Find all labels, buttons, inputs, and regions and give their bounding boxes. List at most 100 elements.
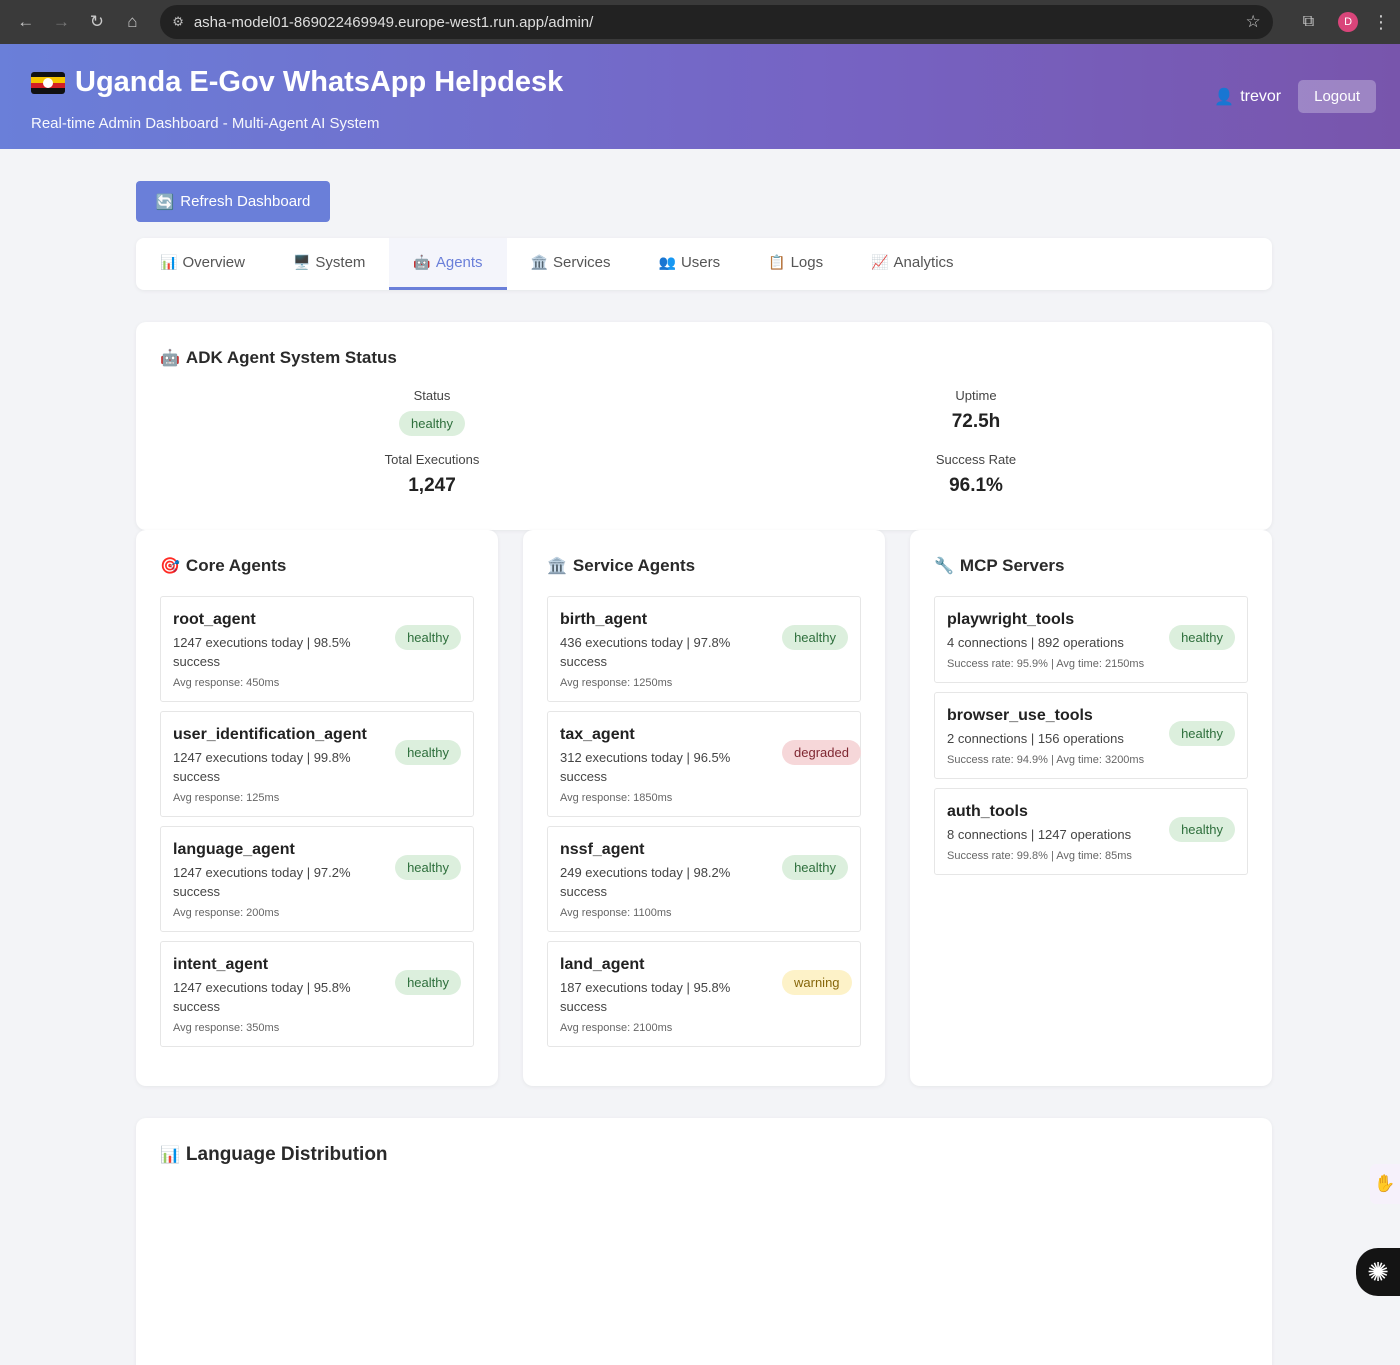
stat-label: Status (413, 388, 451, 403)
list-item[interactable]: land_agent 187 executions today | 95.8% … (547, 941, 861, 1047)
tab-agents[interactable]: 🤖 Agents (389, 238, 507, 290)
stat-value: 96.1% (949, 475, 1003, 496)
service-agents-card: 🏛️ Service Agents birth_agent 436 execut… (523, 530, 885, 1086)
forward-icon[interactable]: → (46, 6, 78, 38)
item-main: auth_tools 8 connections | 1247 operatio… (947, 803, 1169, 862)
ai-assistant-icon[interactable]: ✺ (1356, 1248, 1400, 1296)
item-main: tax_agent 312 executions today | 96.5% s… (560, 726, 782, 804)
server-stats: 2 connections | 156 operations (947, 731, 1124, 746)
refresh-label: Refresh Dashboard (180, 193, 311, 210)
status-badge: healthy (782, 855, 848, 880)
agent-response: Avg response: 1850ms (560, 792, 673, 804)
core-agents-title-text: Core Agents (185, 556, 287, 575)
agent-name: birth_agent (560, 611, 648, 628)
stat-value: 1,247 (408, 475, 456, 496)
feedback-widget-icon[interactable]: ✋ (1370, 1164, 1400, 1204)
list-item[interactable]: tax_agent 312 executions today | 96.5% s… (547, 711, 861, 817)
mcp-servers-card: 🔧 MCP Servers playwright_tools 4 connect… (910, 530, 1272, 1086)
tab-logs[interactable]: 📋 Logs (744, 238, 847, 290)
tab-bar: 📊 Overview 🖥️ System 🤖 Agents 🏛️ Services 👥 U… (136, 238, 1272, 290)
language-distribution-title: 📊 Language Distribution (160, 1144, 1248, 1166)
status-badge: healthy (782, 625, 848, 650)
list-item[interactable]: playwright_tools 4 connections | 892 ope… (934, 596, 1248, 683)
app-header: Uganda E-Gov WhatsApp Helpdesk Real-time… (0, 44, 1400, 149)
status-badge: warning (782, 970, 852, 995)
target-icon: 🎯 (160, 558, 180, 575)
list-item[interactable]: root_agent 1247 executions today | 98.5%… (160, 596, 474, 702)
reload-icon[interactable]: ↻ (81, 6, 113, 38)
stat-success-rate: Success Rate 96.1% (704, 452, 1248, 497)
username: trevor (1240, 87, 1282, 105)
server-name: browser_use_tools (947, 707, 1093, 724)
status-card-title-text: ADK Agent System Status (185, 348, 397, 367)
list-item[interactable]: user_identification_agent 1247 execution… (160, 711, 474, 817)
core-agents-card: 🎯 Core Agents root_agent 1247 executions… (136, 530, 498, 1086)
tab-analytics[interactable]: 📈 Analytics (847, 238, 977, 290)
server-name: playwright_tools (947, 611, 1075, 628)
list-item[interactable]: auth_tools 8 connections | 1247 operatio… (934, 788, 1248, 875)
tab-overview[interactable]: 📊 Overview (136, 238, 269, 290)
bookmark-star-icon[interactable]: ☆ (1245, 12, 1260, 32)
agent-response: Avg response: 350ms (173, 1022, 280, 1034)
item-main: root_agent 1247 executions today | 98.5%… (173, 611, 388, 689)
list-item[interactable]: browser_use_tools 2 connections | 156 op… (934, 692, 1248, 779)
agent-columns: 🎯 Core Agents root_agent 1247 executions… (136, 530, 1272, 1086)
home-icon[interactable]: ⌂ (117, 6, 149, 38)
extensions-icon[interactable]: ⧉ (1293, 6, 1325, 38)
status-card-title: 🤖 ADK Agent System Status (160, 348, 1248, 368)
item-main: user_identification_agent 1247 execution… (173, 726, 388, 804)
agent-name: land_agent (560, 956, 645, 973)
logout-button[interactable]: Logout (1298, 80, 1376, 113)
address-bar[interactable]: ⚙ asha-model01-869022469949.europe-west1… (160, 5, 1273, 39)
server-stats: 8 connections | 1247 operations (947, 827, 1132, 842)
profile-avatar[interactable]: D (1338, 12, 1358, 32)
item-main: birth_agent 436 executions today | 97.8%… (560, 611, 782, 689)
tab-system[interactable]: 🖥️ System (269, 238, 389, 290)
agent-response: Avg response: 1100ms (560, 907, 672, 919)
app-subtitle: Real-time Admin Dashboard - Multi-Agent … (31, 115, 380, 132)
chart-icon: 📊 (160, 254, 178, 270)
agent-response: Avg response: 125ms (173, 792, 280, 804)
agent-name: user_identification_agent (173, 726, 367, 743)
status-badge: healthy (1169, 817, 1235, 842)
site-info-icon[interactable]: ⚙ (172, 14, 184, 30)
user-icon: 👤 (1214, 88, 1235, 106)
tab-label: Overview (182, 254, 245, 271)
status-badge: healthy (395, 855, 461, 880)
stat-label: Uptime (955, 388, 997, 403)
clipboard-icon: 📋 (768, 254, 786, 270)
tab-label: Logs (790, 254, 824, 271)
agent-stats: 187 executions today | 95.8% success (560, 980, 731, 1014)
refresh-dashboard-button[interactable]: 🔄 Refresh Dashboard (136, 181, 330, 222)
agent-stats: 1247 executions today | 97.2% success (173, 865, 351, 899)
core-agents-title: 🎯 Core Agents (160, 556, 474, 576)
item-main: intent_agent 1247 executions today | 95.… (173, 956, 388, 1034)
list-item[interactable]: nssf_agent 249 executions today | 98.2% … (547, 826, 861, 932)
status-stats: Status healthy Uptime 72.5h Total Execut… (160, 388, 1248, 497)
tab-label: Analytics (893, 254, 954, 271)
main-content: 🔄 Refresh Dashboard 📊 Overview 🖥️ System 🤖… (136, 181, 1272, 1365)
language-distribution-card: 📊 Language Distribution (136, 1118, 1272, 1365)
agent-stats: 1247 executions today | 98.5% success (173, 635, 351, 669)
url-text[interactable]: asha-model01-869022469949.europe-west1.r… (194, 14, 1246, 31)
status-badge: healthy (1169, 721, 1235, 746)
tab-users[interactable]: 👥 Users (635, 238, 745, 290)
more-menu-icon[interactable]: ⋮ (1372, 12, 1390, 33)
list-item[interactable]: intent_agent 1247 executions today | 95.… (160, 941, 474, 1047)
agent-stats: 1247 executions today | 99.8% success (173, 750, 351, 784)
agent-name: intent_agent (173, 956, 269, 973)
item-main: land_agent 187 executions today | 95.8% … (560, 956, 782, 1034)
service-agents-title: 🏛️ Service Agents (547, 556, 861, 576)
agent-name: language_agent (173, 841, 295, 858)
agent-response: Avg response: 200ms (173, 907, 280, 919)
uganda-flag-icon (31, 71, 65, 94)
tab-services[interactable]: 🏛️ Services (507, 238, 635, 290)
app-title-text: Uganda E-Gov WhatsApp Helpdesk (75, 66, 564, 98)
back-icon[interactable]: ← (10, 6, 42, 38)
list-item[interactable]: birth_agent 436 executions today | 97.8%… (547, 596, 861, 702)
tab-label: Services (552, 254, 611, 271)
list-item[interactable]: language_agent 1247 executions today | 9… (160, 826, 474, 932)
status-badge: healthy (1169, 625, 1235, 650)
user-info: 👤 trevor (1214, 87, 1281, 107)
mcp-servers-list: playwright_tools 4 connections | 892 ope… (934, 596, 1248, 875)
